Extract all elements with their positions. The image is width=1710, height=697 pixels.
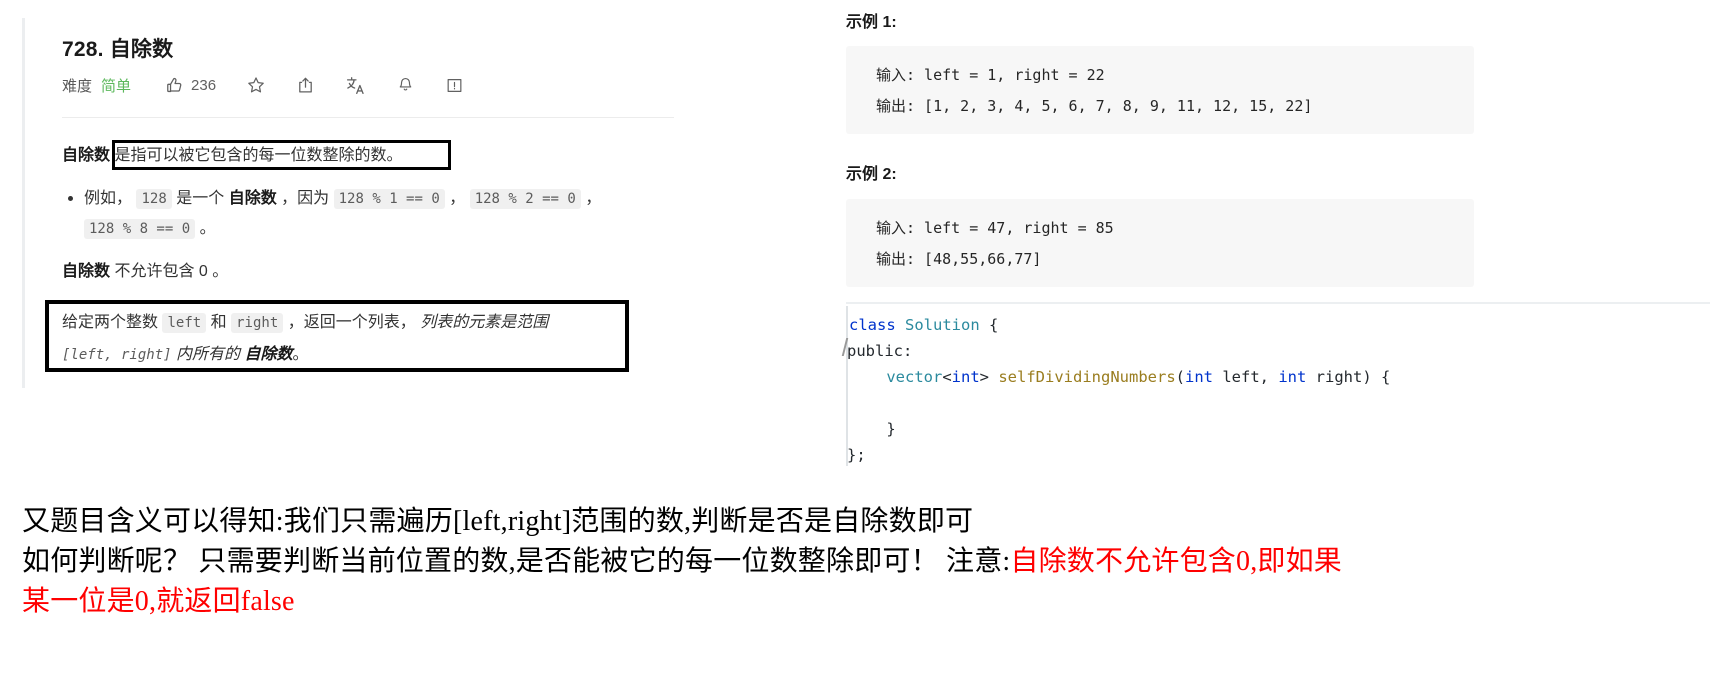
notification-button[interactable] [396,76,415,95]
return-code-range: [left, right] [62,347,172,363]
return-code-left: left [162,313,207,333]
bullet-comma-1: ， [449,190,466,207]
code-type-int-template: int [951,368,980,386]
code-param1-type: int [1185,368,1213,386]
header-divider [62,117,674,118]
code-keyword-class: class [849,316,896,334]
code-line-1: class Solution { [849,312,998,338]
code-param2-type: int [1278,368,1307,386]
example-2-output-label: 输出: [876,250,916,268]
code-function-name: selfDividingNumbers [998,368,1176,386]
problem-description-panel: 728. 自除数 难度 简单 236 自除数 是指可以被它包含的每一位数整除的数… [0,0,760,420]
page-title: 728. 自除数 [62,38,174,61]
examples-and-code-panel: 示例 1: 输入: left = 1, right = 22 输出: [1, 2,… [836,0,1710,480]
feedback-icon [445,76,464,95]
note-line-1: 又题目含义可以得知:我们只需遍历[left,right]范围的数,判断是否是自除… [22,506,974,537]
no-zero-paragraph: 自除数 不允许包含 0 。 [62,258,562,286]
example-bullet-item: 例如， 128 是一个 自除数 ，因为 128 % 1 == 0 ， 128 %… [68,184,654,244]
feedback-button[interactable] [445,76,464,95]
code-editor[interactable]: class Solution { public: vector<int> sel… [836,302,1710,477]
code-line-4: } [849,416,896,442]
code-paren-close: ) { [1362,368,1391,386]
return-code-right: right [231,313,284,333]
note-line-3: 某一位是0,就返回false [22,586,295,617]
example-2-output-line: 输出: [48,55,66,77] [876,244,1474,275]
definition-term: 自除数 [62,147,111,164]
code-class-close: }; [847,446,866,464]
like-count: 236 [191,76,217,94]
return-italic-b: 围 [532,314,549,331]
bullet-term: 自除数 [228,190,277,207]
handwritten-notes: 又题目含义可以得知:我们只需遍历[left,right]范围的数,判断是否是自除… [0,492,1710,697]
star-icon [246,75,266,95]
code-type-vector: vector [886,368,943,386]
code-access-specifier: public: [847,342,913,360]
content-left-rail [22,18,25,388]
bullet-suffix: 。 [199,220,216,237]
code-paren-open: ( [1175,368,1185,386]
return-statement-paragraph: 给定两个整数 left 和 right ，返回一个列表， 列表的元素是范围 [l… [62,307,618,371]
code-line-2: public: [847,338,912,364]
definition-paragraph: 自除数 是指可以被它包含的每一位数整除的数。 [62,142,682,170]
return-italic-c: 内所有的 [176,346,241,363]
return-text-a: 给定两个整数 [62,314,159,331]
thumbs-up-icon [165,76,184,95]
example-1-input-value: left = 1, right = 22 [915,66,1105,84]
example-1-input-line: 输入: left = 1, right = 22 [876,60,1474,91]
bullet-mid-2: ，因为 [281,190,330,207]
share-button[interactable] [296,76,315,95]
bullet-code-mod8: 128 % 8 == 0 [84,219,196,239]
code-editor-top-border [846,302,1710,304]
bullet-prefix: 例如， [84,190,133,207]
translate-icon [345,75,366,96]
example-1-output-label: 输出: [876,97,916,115]
difficulty-value: 简单 [101,77,132,95]
example-1-heading: 示例 1: [846,14,897,31]
example-2-input-label: 输入: [876,219,916,237]
difficulty-label: 难度 [62,77,93,95]
example-1-output-value: [1, 2, 3, 4, 5, 6, 7, 8, 9, 11, 12, 15, … [915,97,1313,115]
code-param2-name: right [1306,368,1363,386]
return-text-b: 和 [210,314,227,331]
example-2-input-value: left = 47, right = 85 [915,219,1114,237]
code-angle-open: < [942,368,952,386]
return-bold-term: 自除数 [244,346,293,363]
bell-icon [396,76,415,95]
return-period: 。 [292,346,309,363]
definition-clause: 是指可以被它包含的每一位数整除的数。 [114,147,403,164]
example-2-input-line: 输入: left = 47, right = 85 [876,213,1474,244]
code-angle-close: > [979,368,999,386]
share-icon [296,76,315,95]
example-2-heading: 示例 2: [846,166,897,183]
example-1-output-line: 输出: [1, 2, 3, 4, 5, 6, 7, 8, 9, 11, 12, … [876,91,1474,122]
bullet-mid-1: 是一个 [176,190,225,207]
bullet-code-mod1: 128 % 1 == 0 [333,189,445,209]
example-2-block: 输入: left = 47, right = 85 输出: [48,55,66,7… [846,199,1474,287]
like-button[interactable]: 236 [165,76,216,95]
note-line-2-black: 如何判断呢？ 只需要判断当前位置的数,是否能被它的每一位数整除即可！ 注意: [22,546,1011,577]
translate-button[interactable] [345,75,366,96]
note-line-2: 如何判断呢？ 只需要判断当前位置的数,是否能被它的每一位数整除即可！ 注意:自除… [22,542,1342,582]
example-1-block: 输入: left = 1, right = 22 输出: [1, 2, 3, 4,… [846,46,1474,134]
code-line-3: vector<int> selfDividingNumbers(int left… [849,364,1390,390]
bullet-dot-icon [68,196,73,201]
bullet-code-128: 128 [136,189,172,209]
code-brace-open: { [989,316,999,334]
code-body-close-brace: } [849,420,896,438]
favorite-button[interactable] [246,75,266,95]
return-text-c: ，返回一个列表， [287,314,416,331]
bullet-code-mod2: 128 % 2 == 0 [469,189,581,209]
note-line-2-red: 自除数不允许包含0,即如果 [1010,546,1342,577]
no-zero-text: 不允许包含 0 。 [114,263,229,280]
code-param1-name: left, [1213,368,1279,386]
code-class-name: Solution [905,316,980,334]
no-zero-term: 自除数 [62,263,111,280]
example-1-input-label: 输入: [876,66,916,84]
example-2-output-value: [48,55,66,77] [915,250,1042,268]
return-italic-a: 列表的元素是范 [420,314,533,331]
code-line-5: }; [847,442,866,468]
bullet-comma-2: ， [585,190,602,207]
problem-meta-row: 难度 简单 236 [62,72,494,98]
